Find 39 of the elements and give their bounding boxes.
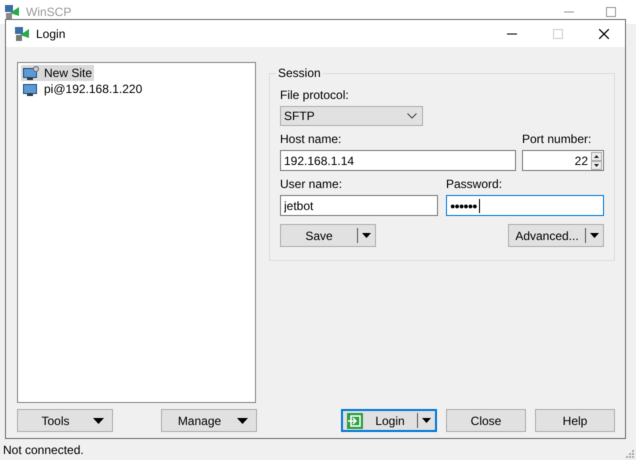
dropdown-arrow-icon: [93, 418, 104, 424]
maximize-icon: [553, 28, 563, 38]
group-label: Session: [277, 66, 322, 80]
dropdown-arrow-icon: [362, 233, 371, 238]
status-text: Not connected.: [3, 443, 84, 457]
field-label: Host name:: [280, 132, 342, 146]
app-icon: [14, 26, 30, 42]
dialog-title: Login: [36, 26, 66, 40]
dialog-button[interactable]: Close: [446, 409, 526, 432]
site-item[interactable]: pi@192.168.1.220: [21, 81, 144, 97]
spinner-icon[interactable]: [591, 152, 602, 170]
field-label: User name:: [280, 177, 344, 191]
dropdown-arrow-icon: [237, 418, 248, 424]
menu-button[interactable]: Tools: [17, 409, 113, 432]
username-field[interactable]: jetbot: [280, 195, 438, 216]
port-field[interactable]: 22: [522, 150, 604, 171]
field-label: Password:: [446, 177, 504, 191]
close-icon[interactable]: [599, 28, 609, 38]
login-button[interactable]: Login: [341, 409, 437, 432]
dropdown-arrow-icon: [422, 418, 431, 423]
menu-button[interactable]: Manage: [161, 409, 257, 432]
host-field[interactable]: 192.168.1.14: [280, 150, 516, 171]
chevron-icon: [407, 113, 417, 119]
window-title: WinSCP: [26, 5, 72, 19]
new-site-icon: [23, 66, 39, 80]
site-item[interactable]: New Site: [21, 65, 94, 81]
advanced-button[interactable]: Advanced...: [508, 224, 604, 247]
dropdown-arrow-icon: [590, 233, 599, 238]
app-icon: [4, 4, 20, 20]
save-button[interactable]: Save: [280, 224, 376, 247]
password-field[interactable]: ●●●●●●: [446, 195, 604, 216]
field-label: Port number:: [522, 132, 592, 146]
login-icon: [347, 412, 363, 428]
protocol-dropdown[interactable]: SFTP: [280, 106, 423, 126]
monitor-icon: [23, 82, 39, 96]
maximize-icon[interactable]: [606, 7, 616, 17]
field-label: File protocol:: [280, 88, 350, 102]
resize-grip-icon[interactable]: [626, 450, 634, 458]
dialog-button[interactable]: Help: [535, 409, 615, 432]
